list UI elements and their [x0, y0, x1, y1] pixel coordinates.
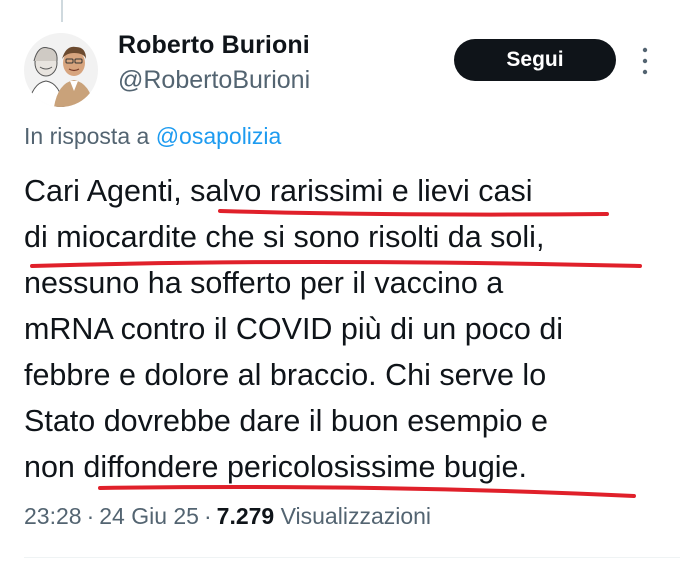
reply-context: In risposta a @osapolizia — [24, 123, 281, 150]
author-name[interactable]: Roberto Burioni — [118, 31, 310, 60]
tweet-line: nessuno ha sofferto per il vaccino a — [24, 266, 504, 300]
views-count: 7.279 — [216, 503, 275, 529]
tweet-date[interactable]: 24 Giu 25 — [99, 503, 199, 529]
tweet-line: mRNA contro il COVID più di un poco di — [24, 312, 564, 346]
tweet-line: Stato dovrebbe dare il buon esempio e — [24, 404, 548, 438]
tweet-text: Cari Agenti, salvo rarissimi e lievi cas… — [24, 168, 664, 490]
author-avatar[interactable] — [24, 33, 98, 107]
tweet-time[interactable]: 23:28 — [24, 503, 82, 529]
tweet-line: Cari Agenti, salvo rarissimi e lievi cas… — [24, 174, 533, 208]
divider — [24, 557, 680, 558]
tweet-line: febbre e dolore al braccio. Chi serve lo — [24, 358, 547, 392]
reply-prefix: In risposta a — [24, 123, 150, 149]
more-vertical-icon[interactable] — [640, 44, 650, 78]
tweet-metadata: 23:28 · 24 Giu 25 · 7.279 Visualizzazioni — [24, 503, 432, 529]
follow-button[interactable]: Segui — [454, 39, 616, 81]
reply-mention-link[interactable]: @osapolizia — [156, 123, 282, 149]
tweet-line: di miocardite che si sono risolti da sol… — [24, 220, 545, 254]
author-handle[interactable]: @RobertoBurioni — [118, 66, 310, 95]
views-label: Visualizzazioni — [280, 503, 432, 529]
thread-connector-line — [61, 0, 63, 22]
profile-photo — [24, 33, 98, 107]
tweet-line: non diffondere pericolosissime bugie. — [24, 450, 527, 484]
